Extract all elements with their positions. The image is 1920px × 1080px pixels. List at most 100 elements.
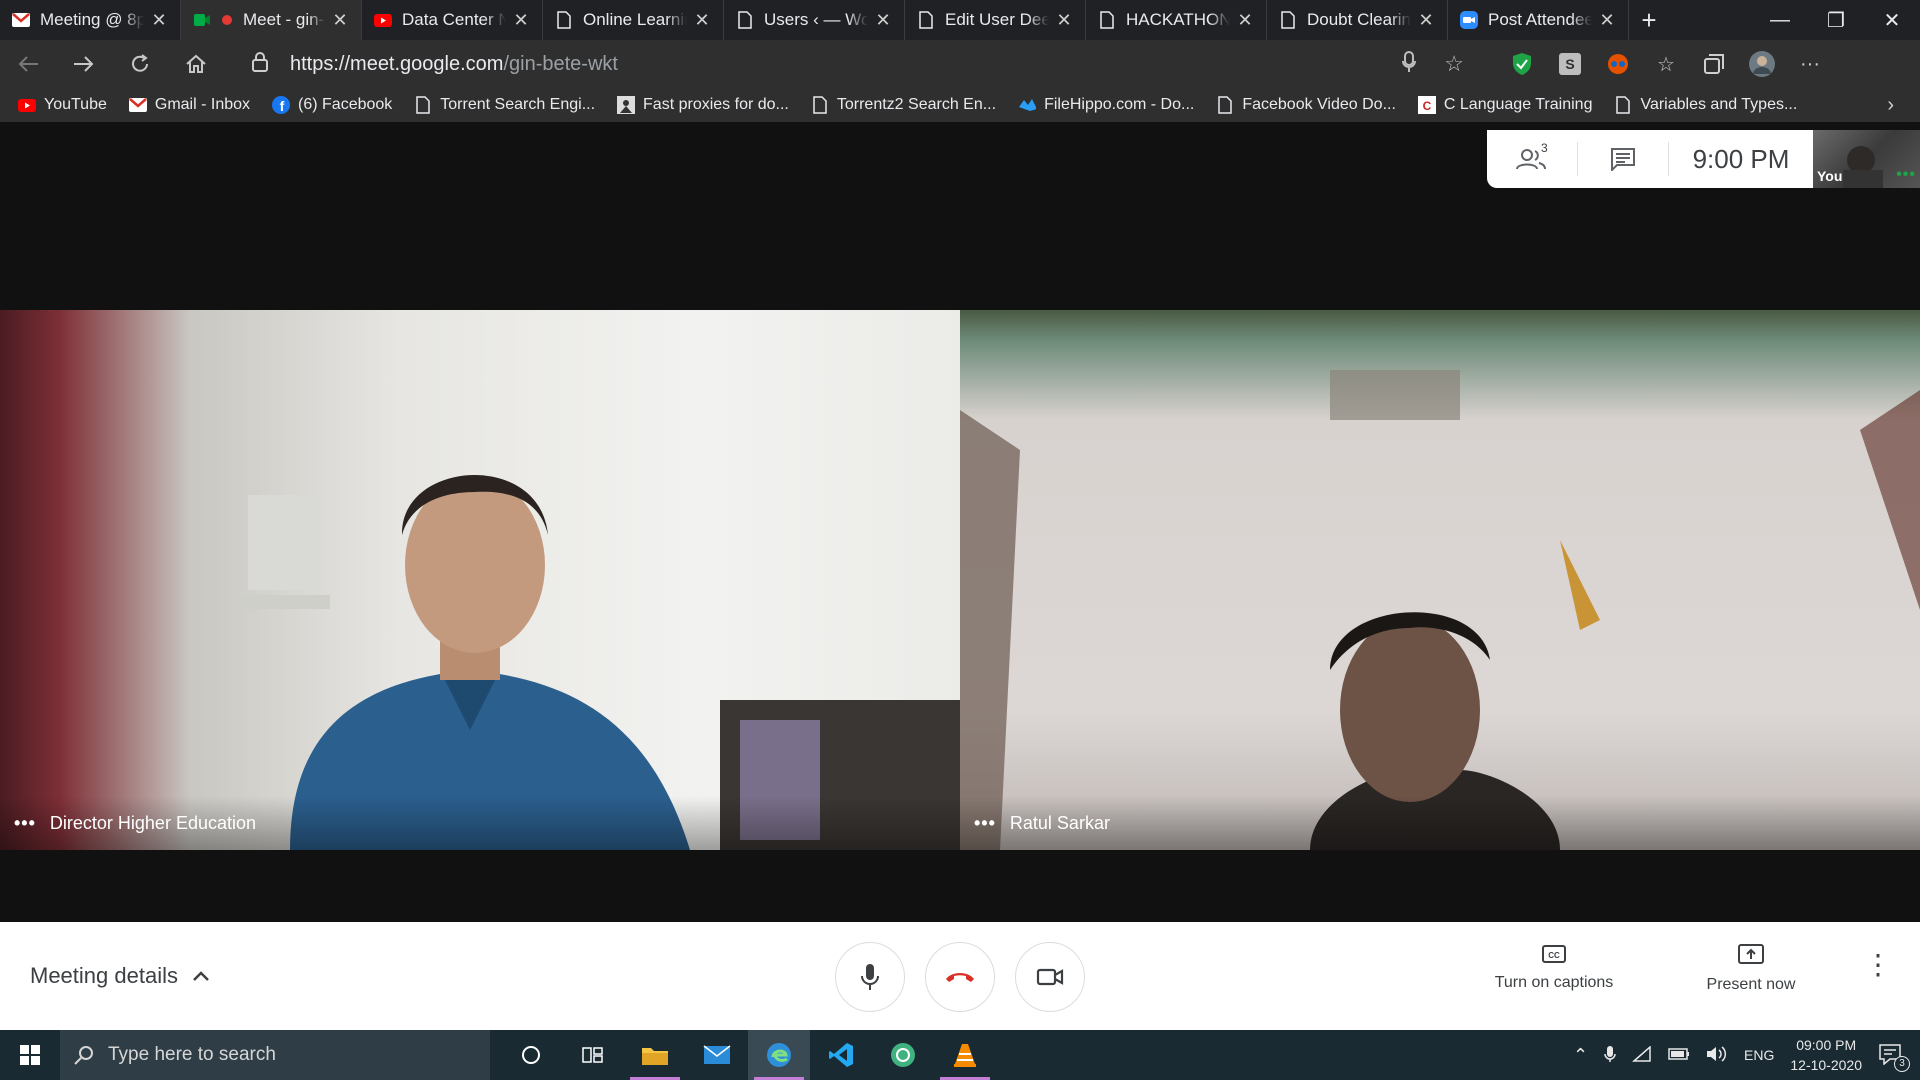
close-tab-icon[interactable]: ✕ <box>331 10 349 31</box>
clock-date: 12-10-2020 <box>1790 1057 1862 1073</box>
volume-icon[interactable] <box>1706 1045 1728 1066</box>
microphone-icon[interactable] <box>1604 1045 1616 1066</box>
taskbar-search[interactable]: Type here to search <box>60 1030 490 1080</box>
battery-icon[interactable] <box>1668 1047 1690 1063</box>
language-indicator[interactable]: ENG <box>1744 1047 1774 1063</box>
refresh-button[interactable] <box>112 40 168 88</box>
close-tab-icon[interactable]: ✕ <box>693 10 711 31</box>
vlc-button[interactable] <box>934 1030 996 1080</box>
more-options-icon[interactable]: ••• <box>14 813 36 834</box>
bookmark-label: Torrent Search Engi... <box>440 96 596 113</box>
forward-button[interactable] <box>56 40 112 88</box>
bookmark-gmail[interactable]: Gmail - Inbox <box>128 96 250 114</box>
close-tab-icon[interactable]: ✕ <box>512 10 530 31</box>
camera-button[interactable] <box>1015 942 1085 1012</box>
close-tab-icon[interactable]: ✕ <box>1055 10 1073 31</box>
favorites-icon[interactable]: ☆ <box>1652 50 1680 78</box>
tab-doubt-clearing[interactable]: Doubt Clearing ✕ <box>1267 0 1448 40</box>
microphone-icon[interactable] <box>1402 50 1417 78</box>
self-view-tile[interactable]: You ••• <box>1813 130 1920 188</box>
back-button[interactable] <box>0 40 56 88</box>
minimize-button[interactable]: — <box>1752 0 1808 40</box>
s-extension-icon[interactable]: S <box>1556 50 1584 78</box>
bookmark-c-language[interactable]: C C Language Training <box>1417 96 1592 114</box>
tab-post-attendee[interactable]: Post Attendee ✕ <box>1448 0 1629 40</box>
close-tab-icon[interactable]: ✕ <box>874 10 892 31</box>
bookmark-fast-proxies[interactable]: Fast proxies for do... <box>617 96 789 114</box>
participant-video <box>960 370 1920 850</box>
edge-icon <box>767 1043 791 1067</box>
bookmark-youtube[interactable]: YouTube <box>18 96 107 114</box>
tab-title: Meet - gin-bete-wkt <box>243 10 325 29</box>
file-explorer-button[interactable] <box>624 1030 686 1080</box>
hang-up-icon <box>946 973 974 982</box>
more-menu-icon[interactable]: ··· <box>1796 50 1824 78</box>
chat-button[interactable] <box>1578 147 1668 171</box>
vscode-button[interactable] <box>810 1030 872 1080</box>
tab-users[interactable]: Users ‹ — WordPress ✕ <box>724 0 905 40</box>
bookmark-torrentz2[interactable]: Torrentz2 Search En... <box>811 96 996 114</box>
address-bar[interactable]: https://meet.google.com/gin-bete-wkt ☆ <box>236 46 1472 82</box>
close-tab-icon[interactable]: ✕ <box>1236 10 1254 31</box>
svg-text:CC: CC <box>1548 951 1560 960</box>
microphone-button[interactable] <box>835 942 905 1012</box>
eye-extension-icon[interactable] <box>1604 50 1632 78</box>
bookmarks-bar: YouTube Gmail - Inbox f (6) Facebook Torr… <box>0 88 1920 122</box>
star-icon[interactable]: ☆ <box>1444 51 1464 77</box>
windows-taskbar: Type here to search ⌃ ENG 09:00 PM 12-10… <box>0 1030 1920 1080</box>
more-options-vertical-icon[interactable]: ⋮ <box>1864 951 1892 979</box>
meeting-details-button[interactable]: Meeting details <box>30 922 210 1030</box>
tab-edit-user[interactable]: Edit User Deep ✕ <box>905 0 1086 40</box>
participant-tile[interactable]: ••• Ratul Sarkar <box>960 310 1920 850</box>
wifi-icon[interactable] <box>1632 1044 1652 1065</box>
navigation-bar: https://meet.google.com/gin-bete-wkt ☆ S… <box>0 40 1920 88</box>
new-tab-button[interactable]: + <box>1629 0 1669 40</box>
people-button[interactable]: 3 <box>1487 141 1577 171</box>
page-icon <box>1216 96 1234 114</box>
tab-title: HACKATHON <box>1126 10 1230 29</box>
captions-button[interactable]: CC Turn on captions <box>1474 944 1634 992</box>
task-view-button[interactable] <box>562 1030 624 1080</box>
profile-avatar[interactable] <box>1748 50 1776 78</box>
cortana-icon <box>522 1046 540 1064</box>
chevron-right-icon[interactable]: › <box>1887 88 1894 122</box>
edge-button[interactable] <box>748 1030 810 1080</box>
bookmark-torrent-search[interactable]: Torrent Search Engi... <box>414 96 595 114</box>
tab-title: Meeting @ 8pm <box>40 10 144 29</box>
more-options-icon[interactable]: ••• <box>1896 166 1916 184</box>
cortana-button[interactable] <box>500 1030 562 1080</box>
restore-button[interactable]: ❐ <box>1808 0 1864 40</box>
tab-meet[interactable]: Meet - gin-bete-wkt ✕ <box>181 0 362 40</box>
close-window-button[interactable]: ✕ <box>1864 0 1920 40</box>
bookmark-facebook[interactable]: f (6) Facebook <box>272 96 392 114</box>
bookmark-variables-types[interactable]: Variables and Types... <box>1614 96 1797 114</box>
shield-extension-icon[interactable] <box>1508 50 1536 78</box>
mail-button[interactable] <box>686 1030 748 1080</box>
lock-icon[interactable] <box>252 51 278 77</box>
close-tab-icon[interactable]: ✕ <box>1598 10 1616 31</box>
tab-title: Data Center NE <box>402 10 506 29</box>
tab-youtube[interactable]: Data Center NE ✕ <box>362 0 543 40</box>
tab-hackathon[interactable]: HACKATHON ✕ <box>1086 0 1267 40</box>
bookmark-filehippo[interactable]: FileHippo.com - Do... <box>1018 96 1194 114</box>
home-button[interactable] <box>168 40 224 88</box>
start-button[interactable] <box>0 1030 60 1080</box>
end-call-button[interactable] <box>925 942 995 1012</box>
call-buttons <box>835 942 1085 1012</box>
bookmark-facebook-video[interactable]: Facebook Video Do... <box>1216 96 1396 114</box>
collections-icon[interactable] <box>1700 50 1728 78</box>
notifications-button[interactable]: 3 <box>1878 1043 1910 1072</box>
more-options-icon[interactable]: ••• <box>974 813 996 834</box>
clock[interactable]: 09:00 PM 12-10-2020 <box>1790 1035 1862 1075</box>
bookmark-label: YouTube <box>44 96 107 113</box>
participant-tile[interactable]: ••• Director Higher Education <box>0 310 960 850</box>
present-now-button[interactable]: Present now <box>1671 944 1831 994</box>
close-tab-icon[interactable]: ✕ <box>150 10 168 31</box>
tab-online-learning[interactable]: Online Learning ✕ <box>543 0 724 40</box>
tab-gmail[interactable]: Meeting @ 8pm ✕ <box>0 0 181 40</box>
chatgpt-button[interactable] <box>872 1030 934 1080</box>
task-view-icon <box>582 1047 603 1063</box>
youtube-icon <box>18 96 36 114</box>
close-tab-icon[interactable]: ✕ <box>1417 10 1435 31</box>
chevron-up-icon[interactable]: ⌃ <box>1573 1045 1588 1066</box>
